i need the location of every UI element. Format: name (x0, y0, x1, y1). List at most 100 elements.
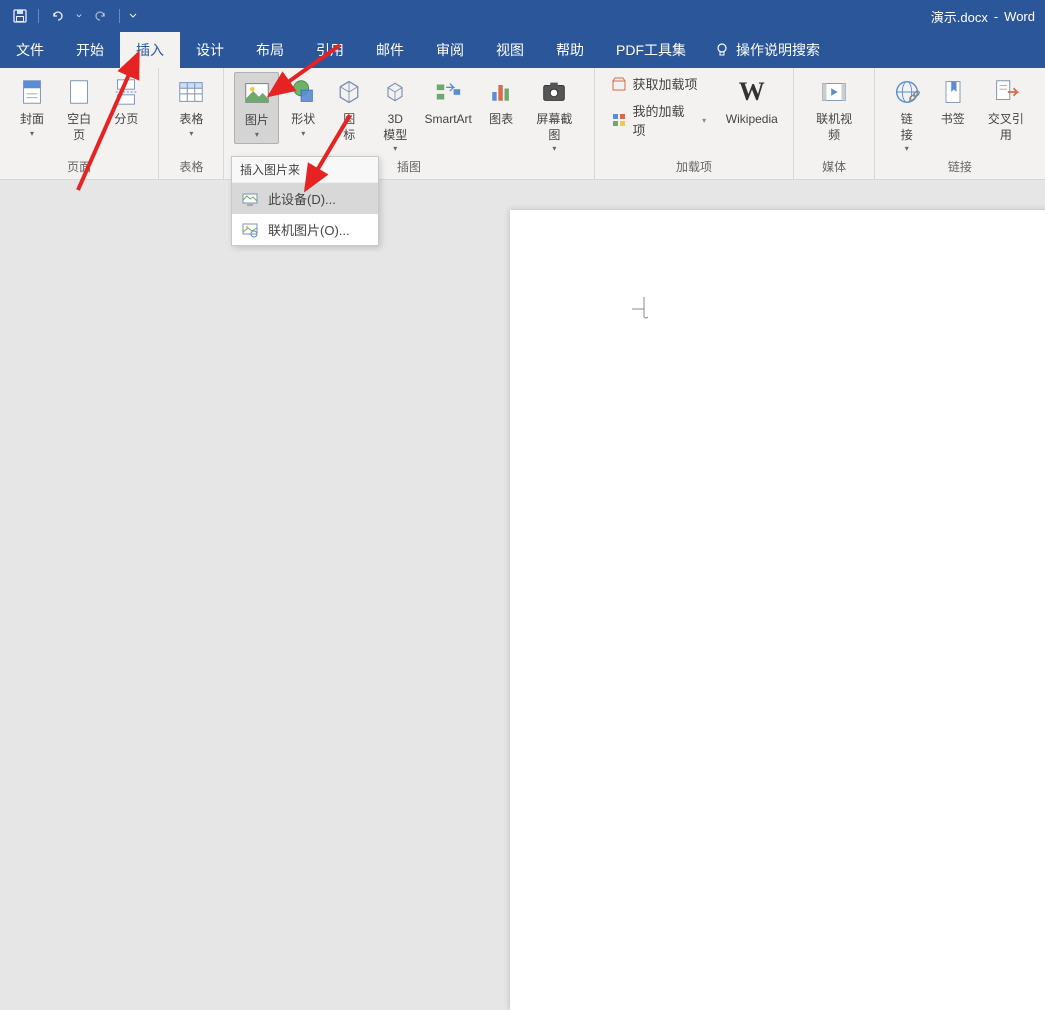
tab-pdf[interactable]: PDF工具集 (600, 32, 702, 68)
caret-icon: ▾ (552, 145, 556, 153)
link-icon (891, 76, 923, 108)
smartart-label: SmartArt (425, 112, 472, 128)
save-button[interactable] (10, 6, 30, 26)
my-addins-button[interactable]: 我的加载项 ▾ (605, 99, 713, 141)
tab-mailings[interactable]: 邮件 (360, 32, 420, 68)
cube-icon (379, 76, 411, 108)
blank-page-label: 空白页 (62, 112, 96, 143)
tab-review[interactable]: 审阅 (420, 32, 480, 68)
tab-layout[interactable]: 布局 (240, 32, 300, 68)
page-break-button[interactable]: 分页 (104, 72, 148, 132)
cursor-icon (630, 295, 654, 323)
separator (38, 9, 39, 23)
app-name: Word (1004, 9, 1035, 24)
tab-view[interactable]: 视图 (480, 32, 540, 68)
document-page[interactable] (510, 210, 1045, 1010)
undo-caret-icon[interactable] (75, 6, 83, 26)
link-label: 链 接 (901, 112, 913, 143)
3d-models-button[interactable]: 3D 模型 ▾ (373, 72, 417, 157)
group-addins: 获取加载项 我的加载项 ▾ W Wikipedia 加载项 (595, 68, 795, 179)
bookmark-button[interactable]: 书签 (931, 72, 975, 132)
my-addins-label: 我的加载项 (633, 101, 697, 139)
dropdown-item-online[interactable]: 联机图片(O)... (232, 214, 378, 245)
redo-button[interactable] (91, 6, 111, 26)
icons-label: 图 标 (343, 112, 355, 143)
tell-me-label: 操作说明搜索 (736, 40, 820, 60)
smartart-button[interactable]: SmartArt (419, 72, 477, 132)
title-separator: - (994, 9, 998, 24)
table-icon (175, 76, 207, 108)
table-button[interactable]: 表格 ▾ (169, 72, 213, 142)
picture-button[interactable]: 图片 ▾ (234, 72, 279, 144)
shapes-button[interactable]: 形状 ▾ (281, 72, 325, 142)
chart-label: 图表 (489, 112, 513, 128)
group-links: 链 接 ▾ 书签 交叉引用 链接 (875, 68, 1045, 179)
picture-label: 图片 (245, 113, 269, 129)
blank-page-button[interactable]: 空白页 (56, 72, 102, 147)
wikipedia-button[interactable]: W Wikipedia (720, 72, 783, 132)
dropdown-item-label: 联机图片(O)... (268, 220, 350, 239)
dropdown-header: 插入图片来 (232, 157, 378, 183)
cover-page-label: 封面 (20, 112, 44, 128)
group-illustrations-label: 插图 (397, 158, 421, 177)
separator (119, 9, 120, 23)
group-pages-label: 页面 (67, 158, 91, 177)
store-icon (611, 76, 627, 92)
chart-icon (485, 76, 517, 108)
tab-references[interactable]: 引用 (300, 32, 360, 68)
ribbon: 封面 ▾ 空白页 分页 页面 (0, 68, 1045, 180)
get-addins-label: 获取加载项 (633, 74, 698, 93)
tab-help[interactable]: 帮助 (540, 32, 600, 68)
document-name: 演示.docx (931, 7, 988, 26)
online-video-button[interactable]: 联机视频 (804, 72, 863, 147)
link-button[interactable]: 链 接 ▾ (885, 72, 929, 157)
chart-button[interactable]: 图表 (479, 72, 523, 132)
table-label: 表格 (179, 112, 203, 128)
wikipedia-icon: W (736, 76, 768, 108)
picture-dropdown: 插入图片来 此设备(D)... 联机图片(O)... (231, 156, 379, 246)
bookmark-label: 书签 (941, 112, 965, 128)
online-video-label: 联机视频 (810, 112, 857, 143)
get-addins-button[interactable]: 获取加载项 (605, 72, 713, 95)
screenshot-icon (538, 76, 570, 108)
tab-file[interactable]: 文件 (0, 32, 60, 68)
dropdown-item-label: 此设备(D)... (268, 189, 336, 208)
group-media: 联机视频 媒体 (794, 68, 874, 179)
caret-icon: ▾ (905, 145, 909, 153)
customize-qat-button[interactable] (128, 6, 138, 26)
cross-reference-label: 交叉引用 (983, 112, 1029, 143)
icons-button[interactable]: 图 标 (327, 72, 371, 147)
group-tables: 表格 ▾ 表格 (159, 68, 224, 179)
group-addins-label: 加载项 (676, 158, 712, 177)
cover-page-button[interactable]: 封面 ▾ (10, 72, 54, 142)
picture-icon (241, 77, 273, 109)
caret-icon: ▾ (301, 130, 305, 138)
device-icon (242, 191, 258, 207)
page-break-label: 分页 (114, 112, 138, 128)
lightbulb-icon (714, 42, 730, 58)
blank-page-icon (63, 76, 95, 108)
caret-icon: ▾ (393, 145, 397, 153)
cross-reference-icon (990, 76, 1022, 108)
icons-icon (333, 76, 365, 108)
group-pages: 封面 ▾ 空白页 分页 页面 (0, 68, 159, 179)
tab-home[interactable]: 开始 (60, 32, 120, 68)
screenshot-button[interactable]: 屏幕截图 ▾ (525, 72, 583, 157)
title-bar: 演示.docx - Word (0, 0, 1045, 32)
undo-button[interactable] (47, 6, 67, 26)
cross-reference-button[interactable]: 交叉引用 (977, 72, 1035, 147)
dropdown-item-this-device[interactable]: 此设备(D)... (232, 183, 378, 214)
group-media-label: 媒体 (822, 158, 846, 177)
tab-design[interactable]: 设计 (180, 32, 240, 68)
bookmark-icon (937, 76, 969, 108)
shapes-label: 形状 (291, 112, 315, 128)
caret-icon: ▾ (30, 130, 34, 138)
group-links-label: 链接 (948, 158, 972, 177)
window-title: 演示.docx - Word (931, 0, 1035, 32)
tab-insert[interactable]: 插入 (120, 32, 180, 68)
3d-models-label: 3D 模型 (383, 112, 407, 143)
cover-page-icon (16, 76, 48, 108)
ribbon-tabs: 文件 开始 插入 设计 布局 引用 邮件 审阅 视图 帮助 PDF工具集 操作说… (0, 32, 1045, 68)
tell-me-search[interactable]: 操作说明搜索 (702, 32, 832, 68)
screenshot-label: 屏幕截图 (531, 112, 577, 143)
